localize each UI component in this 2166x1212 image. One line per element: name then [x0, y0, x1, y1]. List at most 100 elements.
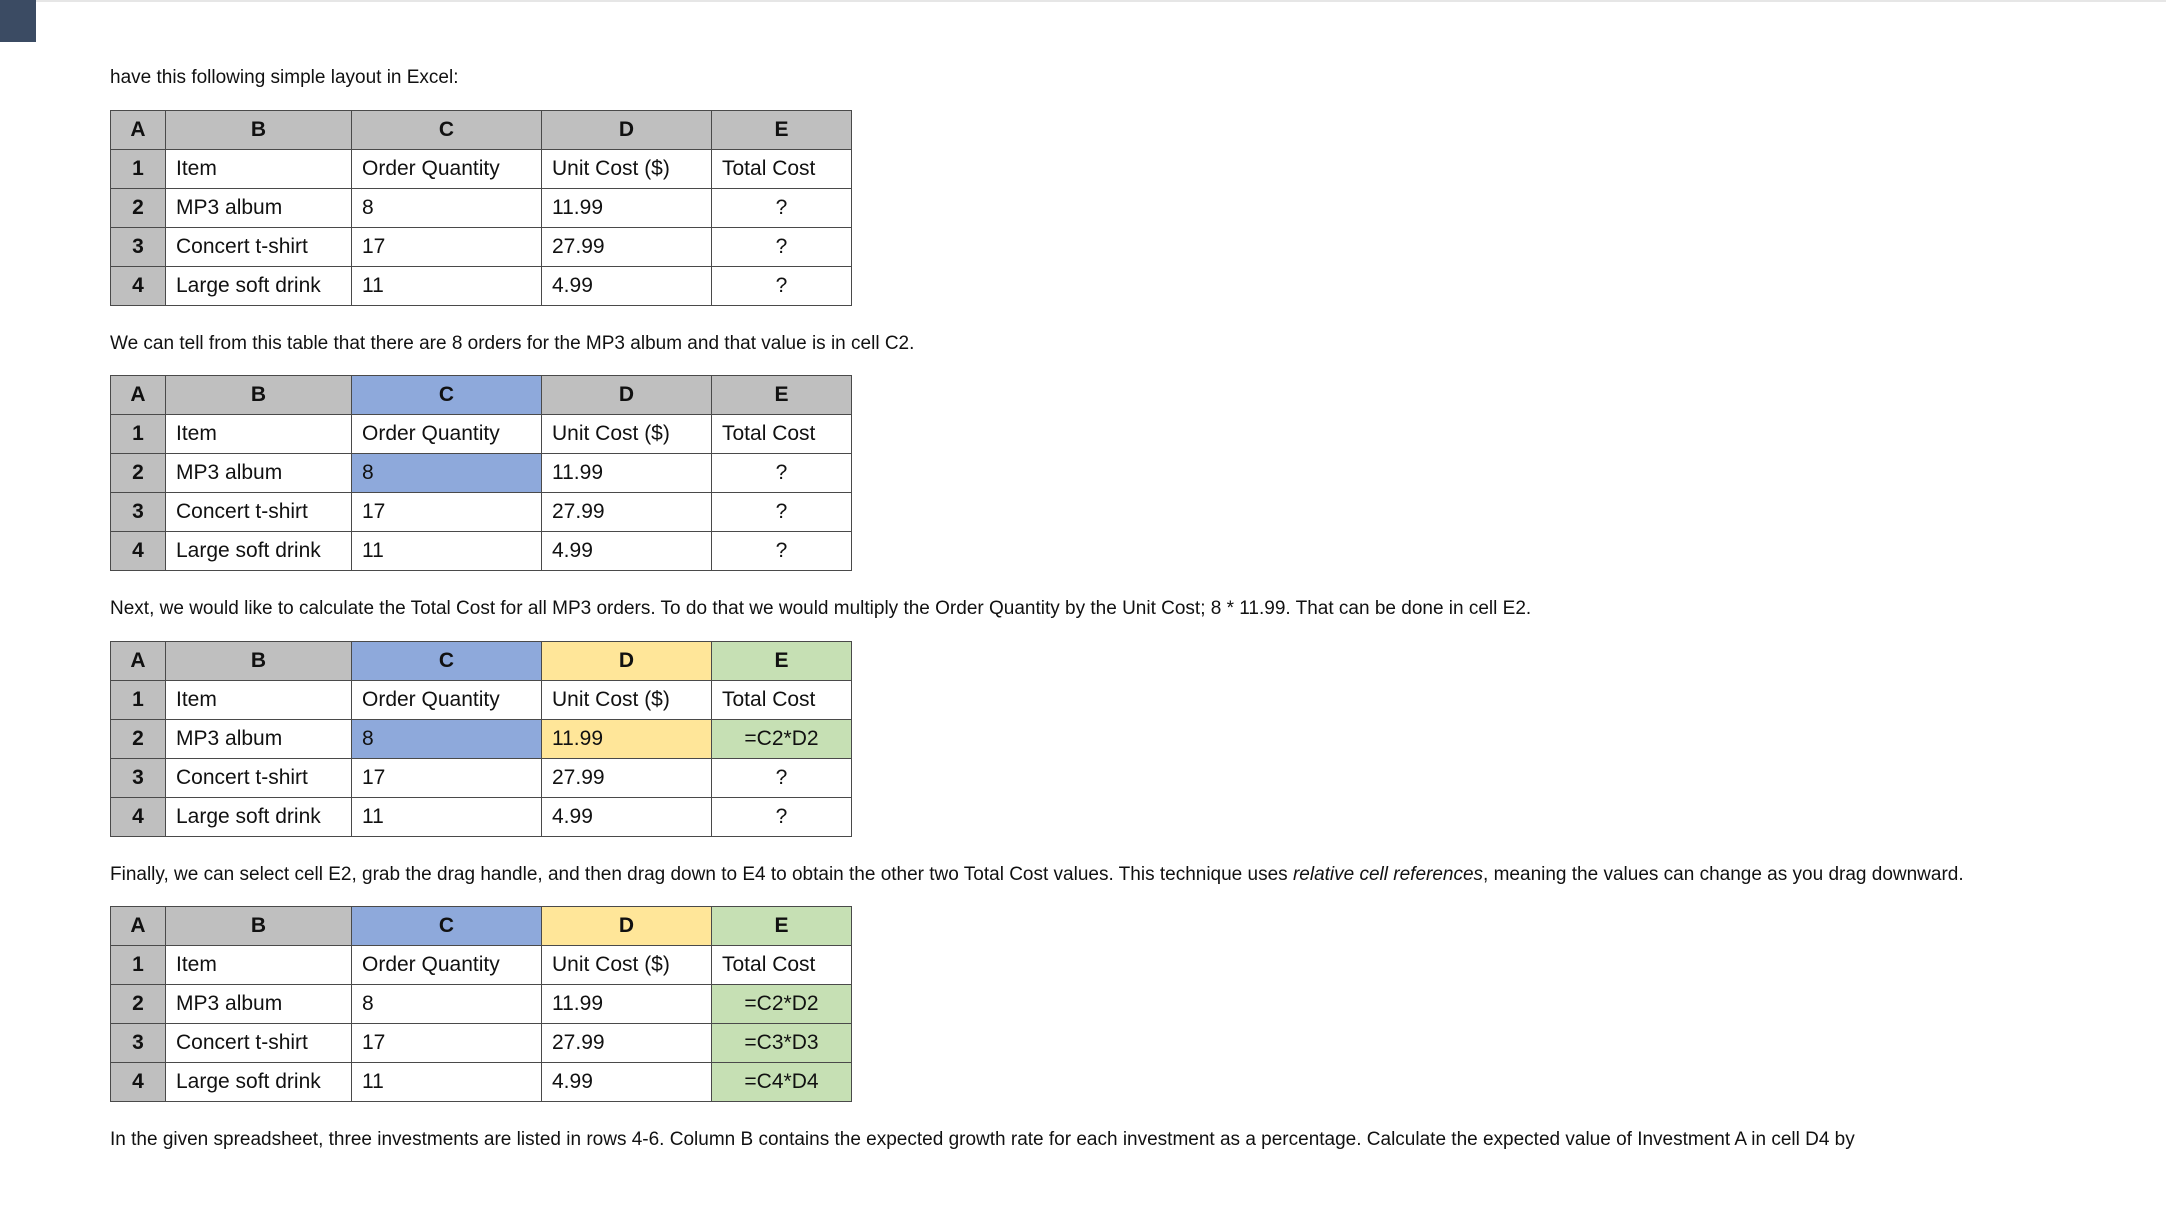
row-number: 2: [111, 719, 166, 758]
cell-E2: =C2*D2: [712, 985, 852, 1024]
table-row: 2MP3 album811.99?: [111, 454, 852, 493]
table-row: 4Large soft drink114.99?: [111, 797, 852, 836]
cell-C2: 8: [352, 188, 542, 227]
table-row: 1ItemOrder QuantityUnit Cost ($)Total Co…: [111, 946, 852, 985]
paragraph-after-t4: In the given spreadsheet, three investme…: [110, 1126, 2106, 1154]
table-row: 3Concert t-shirt1727.99?: [111, 493, 852, 532]
cell-E4: ?: [712, 532, 852, 571]
cell-D2: 11.99: [542, 719, 712, 758]
cell-C1: Order Quantity: [352, 680, 542, 719]
cell-D1: Unit Cost ($): [542, 149, 712, 188]
paragraph-after-t3-part-a: Finally, we can select cell E2, grab the…: [110, 864, 1293, 885]
cell-E2: =C2*D2: [712, 719, 852, 758]
cell-C4: 11: [352, 1063, 542, 1102]
cell-D3: 27.99: [542, 1024, 712, 1063]
cell-B4: Large soft drink: [166, 1063, 352, 1102]
cell-B4: Large soft drink: [166, 266, 352, 305]
column-header-B: B: [166, 641, 352, 680]
excel-table-2: ABCDE1ItemOrder QuantityUnit Cost ($)Tot…: [110, 375, 2106, 571]
row-number: 1: [111, 680, 166, 719]
column-header-A: A: [111, 110, 166, 149]
document-body: have this following simple layout in Exc…: [0, 0, 2166, 1212]
cell-C3: 17: [352, 493, 542, 532]
cell-C2: 8: [352, 719, 542, 758]
cell-E2: ?: [712, 188, 852, 227]
cell-D4: 4.99: [542, 1063, 712, 1102]
cell-D4: 4.99: [542, 797, 712, 836]
cell-B2: MP3 album: [166, 719, 352, 758]
column-header-C: C: [352, 907, 542, 946]
cell-D2: 11.99: [542, 188, 712, 227]
cell-E1: Total Cost: [712, 680, 852, 719]
cell-B1: Item: [166, 149, 352, 188]
paragraph-after-t3-part-b: , meaning the values can change as you d…: [1483, 864, 1964, 885]
table-row: 1ItemOrder QuantityUnit Cost ($)Total Co…: [111, 149, 852, 188]
column-header-E: E: [712, 641, 852, 680]
row-number: 4: [111, 1063, 166, 1102]
cell-E1: Total Cost: [712, 149, 852, 188]
column-header-D: D: [542, 110, 712, 149]
cell-C3: 17: [352, 227, 542, 266]
cell-B3: Concert t-shirt: [166, 227, 352, 266]
cell-E4: ?: [712, 797, 852, 836]
table-row: 2MP3 album811.99?: [111, 188, 852, 227]
cell-E4: ?: [712, 266, 852, 305]
top-rule: [0, 0, 2166, 2]
cell-B2: MP3 album: [166, 188, 352, 227]
column-header-D: D: [542, 641, 712, 680]
cell-C1: Order Quantity: [352, 946, 542, 985]
cell-E3: =C3*D3: [712, 1024, 852, 1063]
column-header-A: A: [111, 641, 166, 680]
table-row: 3Concert t-shirt1727.99=C3*D3: [111, 1024, 852, 1063]
excel-table-1: ABCDE1ItemOrder QuantityUnit Cost ($)Tot…: [110, 110, 2106, 306]
table-row: 3Concert t-shirt1727.99?: [111, 227, 852, 266]
cell-B3: Concert t-shirt: [166, 493, 352, 532]
cell-D4: 4.99: [542, 266, 712, 305]
row-number: 3: [111, 758, 166, 797]
column-header-E: E: [712, 110, 852, 149]
paragraph-after-t1: We can tell from this table that there a…: [110, 330, 2106, 358]
cell-B2: MP3 album: [166, 454, 352, 493]
cell-B2: MP3 album: [166, 985, 352, 1024]
column-header-A: A: [111, 376, 166, 415]
table-row: 4Large soft drink114.99=C4*D4: [111, 1063, 852, 1102]
cell-C1: Order Quantity: [352, 149, 542, 188]
cell-E1: Total Cost: [712, 415, 852, 454]
cell-D1: Unit Cost ($): [542, 680, 712, 719]
cell-E3: ?: [712, 227, 852, 266]
column-header-B: B: [166, 376, 352, 415]
row-number: 4: [111, 797, 166, 836]
row-number: 3: [111, 227, 166, 266]
relative-cell-references-term: relative cell references: [1293, 864, 1483, 885]
cell-D3: 27.99: [542, 758, 712, 797]
cell-C1: Order Quantity: [352, 415, 542, 454]
cell-C4: 11: [352, 266, 542, 305]
cell-B3: Concert t-shirt: [166, 1024, 352, 1063]
excel-table-4: ABCDE1ItemOrder QuantityUnit Cost ($)Tot…: [110, 906, 2106, 1102]
column-header-C: C: [352, 376, 542, 415]
column-header-C: C: [352, 110, 542, 149]
cell-B1: Item: [166, 946, 352, 985]
table-row: 2MP3 album811.99=C2*D2: [111, 985, 852, 1024]
table-row: 1ItemOrder QuantityUnit Cost ($)Total Co…: [111, 680, 852, 719]
row-number: 4: [111, 532, 166, 571]
table-row: 2MP3 album811.99=C2*D2: [111, 719, 852, 758]
column-header-E: E: [712, 376, 852, 415]
row-number: 4: [111, 266, 166, 305]
cell-C2: 8: [352, 985, 542, 1024]
cell-B4: Large soft drink: [166, 797, 352, 836]
cell-D3: 27.99: [542, 227, 712, 266]
paragraph-after-t2: Next, we would like to calculate the Tot…: [110, 595, 2106, 623]
cell-E2: ?: [712, 454, 852, 493]
cell-C4: 11: [352, 797, 542, 836]
cell-D1: Unit Cost ($): [542, 946, 712, 985]
column-header-E: E: [712, 907, 852, 946]
cell-E4: =C4*D4: [712, 1063, 852, 1102]
left-gutter-block: [0, 0, 36, 42]
cell-B4: Large soft drink: [166, 532, 352, 571]
paragraph-intro: have this following simple layout in Exc…: [110, 64, 2106, 92]
table-row: 4Large soft drink114.99?: [111, 266, 852, 305]
cell-D2: 11.99: [542, 454, 712, 493]
column-header-B: B: [166, 907, 352, 946]
cell-B3: Concert t-shirt: [166, 758, 352, 797]
